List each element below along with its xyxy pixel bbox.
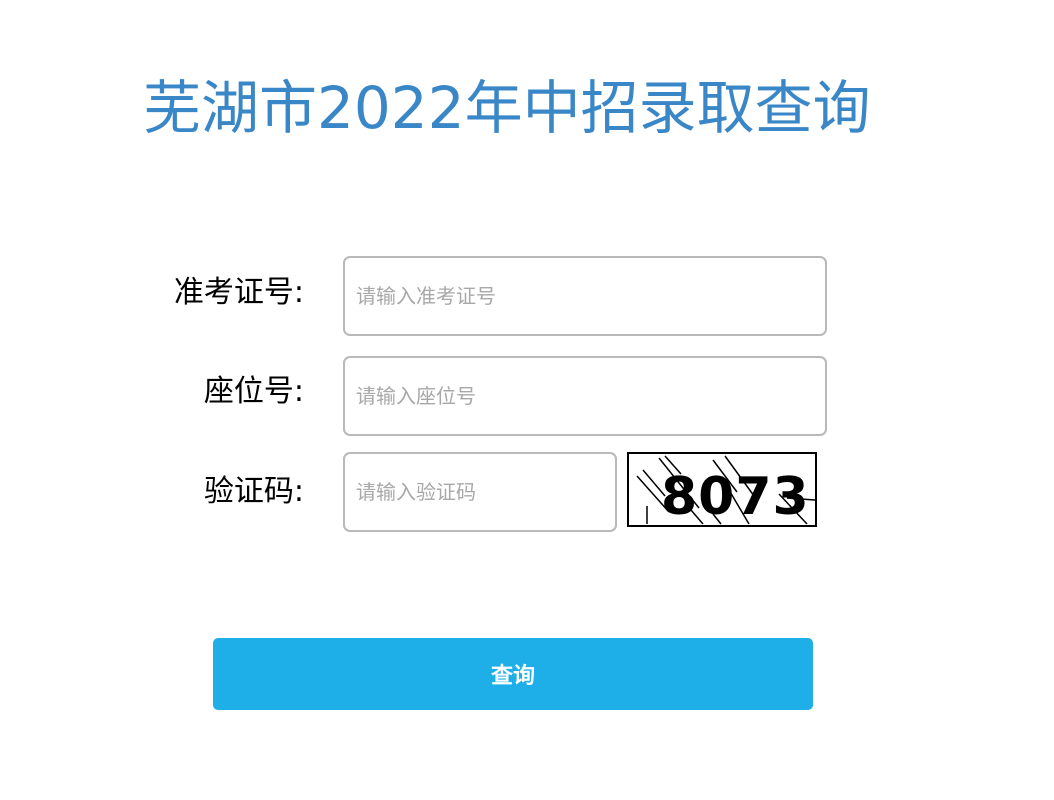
captcha-text: 8073 bbox=[661, 467, 810, 525]
exam-id-input[interactable] bbox=[343, 256, 827, 336]
captcha-input[interactable] bbox=[343, 452, 617, 532]
query-page: 芜湖市2022年中招录取查询 准考证号: 座位号: 验证码: 8073 bbox=[0, 0, 1054, 800]
seat-no-label: 座位号: bbox=[203, 374, 304, 409]
seat-no-input[interactable] bbox=[343, 356, 827, 436]
page-title: 芜湖市2022年中招录取查询 bbox=[143, 74, 871, 142]
captcha-image[interactable]: 8073 bbox=[627, 452, 817, 527]
captcha-label: 验证码: bbox=[203, 474, 304, 509]
exam-id-label: 准考证号: bbox=[173, 275, 304, 310]
query-button[interactable]: 查询 bbox=[213, 638, 813, 710]
captcha-image-graphic: 8073 bbox=[636, 455, 815, 525]
